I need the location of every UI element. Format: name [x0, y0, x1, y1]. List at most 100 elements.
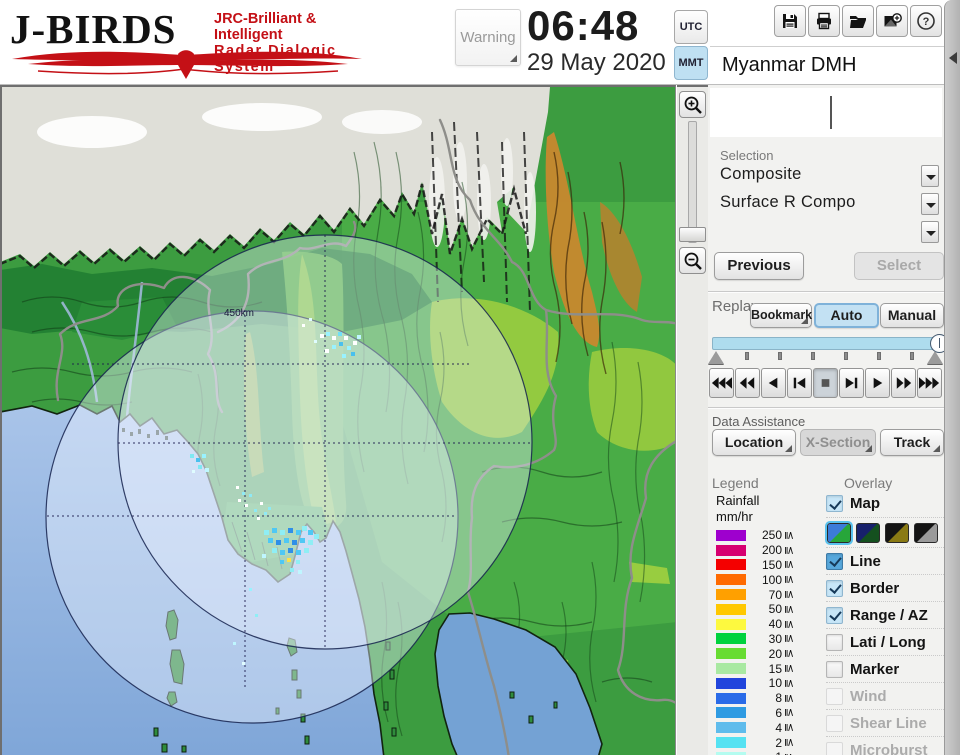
- play-icon: [873, 377, 883, 389]
- zoom-out-button[interactable]: [679, 247, 706, 274]
- step-back-button[interactable]: [787, 368, 812, 398]
- overlay-item-map[interactable]: Map: [826, 490, 944, 517]
- mmt-toggle-button[interactable]: MMT: [674, 46, 708, 80]
- fast-rewind-2-button[interactable]: [735, 368, 760, 398]
- selection-dropdown-list: Composite Surface R Compo: [712, 163, 940, 247]
- open-folder-button[interactable]: [842, 5, 874, 37]
- add-image-button[interactable]: [876, 5, 908, 37]
- message-text-box[interactable]: [710, 88, 942, 137]
- checkbox[interactable]: [826, 660, 843, 678]
- legend-row: 15 ≦: [716, 661, 820, 676]
- checkbox[interactable]: [826, 579, 843, 597]
- map-style-dark-navy-green[interactable]: [856, 522, 880, 543]
- less-equal-symbol: ≦: [783, 560, 796, 570]
- legend-row: 150 ≦: [716, 558, 820, 573]
- warning-button[interactable]: Warning: [455, 9, 521, 66]
- map-style-dark-gray[interactable]: [914, 522, 938, 543]
- zoom-slider-thumb[interactable]: [679, 227, 706, 242]
- overlay-item-microburst: Microburst: [826, 736, 944, 755]
- overlay-item-border[interactable]: Border: [826, 574, 944, 601]
- legend-scale: 250 ≦ 200 ≦ 150 ≦ 100 ≦ 70 ≦ 50 ≦ 40 ≦ 30 ≦ 20 ≦ 15 ≦ 10 ≦ 8 ≦ 6…: [716, 528, 820, 755]
- legend-color-swatch: [716, 722, 746, 734]
- image-add-icon: [884, 13, 902, 27]
- legend-color-swatch: [716, 574, 746, 586]
- previous-button[interactable]: Previous: [714, 252, 804, 280]
- select-button[interactable]: Select: [854, 252, 944, 280]
- legend-row: 10 ≦: [716, 676, 820, 691]
- range-end-marker[interactable]: [927, 351, 943, 364]
- play-button[interactable]: [865, 368, 890, 398]
- legend-color-swatch: [716, 544, 746, 556]
- zoom-slider-track[interactable]: [688, 121, 697, 243]
- overlay-item-range-az[interactable]: Range / AZ: [826, 601, 944, 628]
- fast-forward-3-button[interactable]: [917, 368, 942, 398]
- play-reverse-button[interactable]: [761, 368, 786, 398]
- overlay-item-label: Wind: [850, 687, 887, 705]
- map-style-terrain-blue-green[interactable]: [825, 520, 853, 545]
- overlay-item-marker[interactable]: Marker: [826, 655, 944, 682]
- clock-date: 29 May 2020: [527, 49, 666, 76]
- less-equal-symbol: ≦: [783, 693, 796, 703]
- less-equal-symbol: ≦: [783, 678, 796, 688]
- fast-rewind-3-button[interactable]: [709, 368, 734, 398]
- selection-dropdown[interactable]: [712, 219, 940, 247]
- less-equal-symbol: ≦: [783, 619, 796, 629]
- range-start-marker[interactable]: [708, 351, 724, 364]
- utc-toggle-button[interactable]: UTC: [674, 10, 708, 44]
- selection-dropdown[interactable]: Composite: [712, 163, 940, 191]
- less-equal-symbol: ≦: [783, 604, 796, 614]
- location-button[interactable]: Location: [712, 429, 796, 456]
- map-style-dark-olive[interactable]: [885, 522, 909, 543]
- track-button[interactable]: Track: [880, 429, 944, 456]
- replay-timeline-slider[interactable]: [712, 334, 944, 353]
- fast-rewind-3-icon: [711, 377, 733, 389]
- stop-button[interactable]: [813, 368, 838, 398]
- save-button[interactable]: [774, 5, 806, 37]
- panel-collapse-strip[interactable]: [944, 0, 960, 755]
- text-cursor: [830, 96, 832, 129]
- dropdown-arrow-button[interactable]: [921, 221, 939, 243]
- legend-row: 4 ≦: [716, 720, 820, 735]
- overlay-item-line[interactable]: Line: [826, 547, 944, 574]
- checkbox[interactable]: [826, 552, 843, 570]
- logo-title: J-BIRDS: [10, 6, 177, 52]
- less-equal-symbol: ≦: [783, 545, 796, 555]
- control-panel: Selection Composite Surface R Compo Previ…: [708, 85, 944, 755]
- dropdown-arrow-button[interactable]: [921, 193, 939, 215]
- checkbox[interactable]: [826, 606, 843, 624]
- checkbox[interactable]: [826, 633, 843, 651]
- zoom-in-button[interactable]: [679, 91, 706, 118]
- print-button[interactable]: [808, 5, 840, 37]
- x-section-button: X-Section: [800, 429, 876, 456]
- overlay-item-label: Lati / Long: [850, 633, 926, 651]
- dropdown-arrow-button[interactable]: [921, 165, 939, 187]
- overlay-item-label: Line: [850, 552, 881, 570]
- legend-color-swatch: [716, 603, 746, 615]
- station-name-field[interactable]: Myanmar DMH: [710, 46, 944, 84]
- legend-row: 200 ≦: [716, 543, 820, 558]
- help-button[interactable]: ?: [910, 5, 942, 37]
- overlay-item-lati-long[interactable]: Lati / Long: [826, 628, 944, 655]
- less-equal-symbol: ≦: [783, 663, 796, 674]
- jbirds-application: J-BIRDS JRC-Brilliant & Intelligent Rada…: [0, 0, 960, 755]
- legend-value: 10: [768, 676, 782, 691]
- legend-value: 100: [761, 572, 782, 587]
- legend-title: Rainfall: [716, 493, 760, 508]
- rainfall-legend: Rainfall mm/hr 250 ≦ 200 ≦ 150 ≦ 100 ≦ 70 ≦ 50 ≦ 40 ≦…: [716, 493, 820, 755]
- legend-value: 15: [768, 661, 782, 676]
- auto-mode-button[interactable]: Auto: [814, 303, 879, 328]
- legend-color-swatch: [716, 529, 746, 541]
- step-forward-button[interactable]: [839, 368, 864, 398]
- radar-map[interactable]: 450km: [0, 85, 676, 755]
- selection-dropdown[interactable]: Surface R Compo: [712, 191, 940, 219]
- manual-mode-button[interactable]: Manual: [880, 303, 944, 328]
- map-zoom-control: [677, 85, 708, 755]
- legend-row: 2 ≦: [716, 735, 820, 750]
- fast-forward-2-button[interactable]: [891, 368, 916, 398]
- less-equal-symbol: ≦: [783, 723, 796, 733]
- legend-row: 8 ≦: [716, 691, 820, 706]
- legend-unit: mm/hr: [716, 509, 753, 524]
- legend-row: 70 ≦: [716, 587, 820, 602]
- checkbox[interactable]: [826, 495, 843, 512]
- bookmark-button[interactable]: Bookmark: [750, 303, 812, 328]
